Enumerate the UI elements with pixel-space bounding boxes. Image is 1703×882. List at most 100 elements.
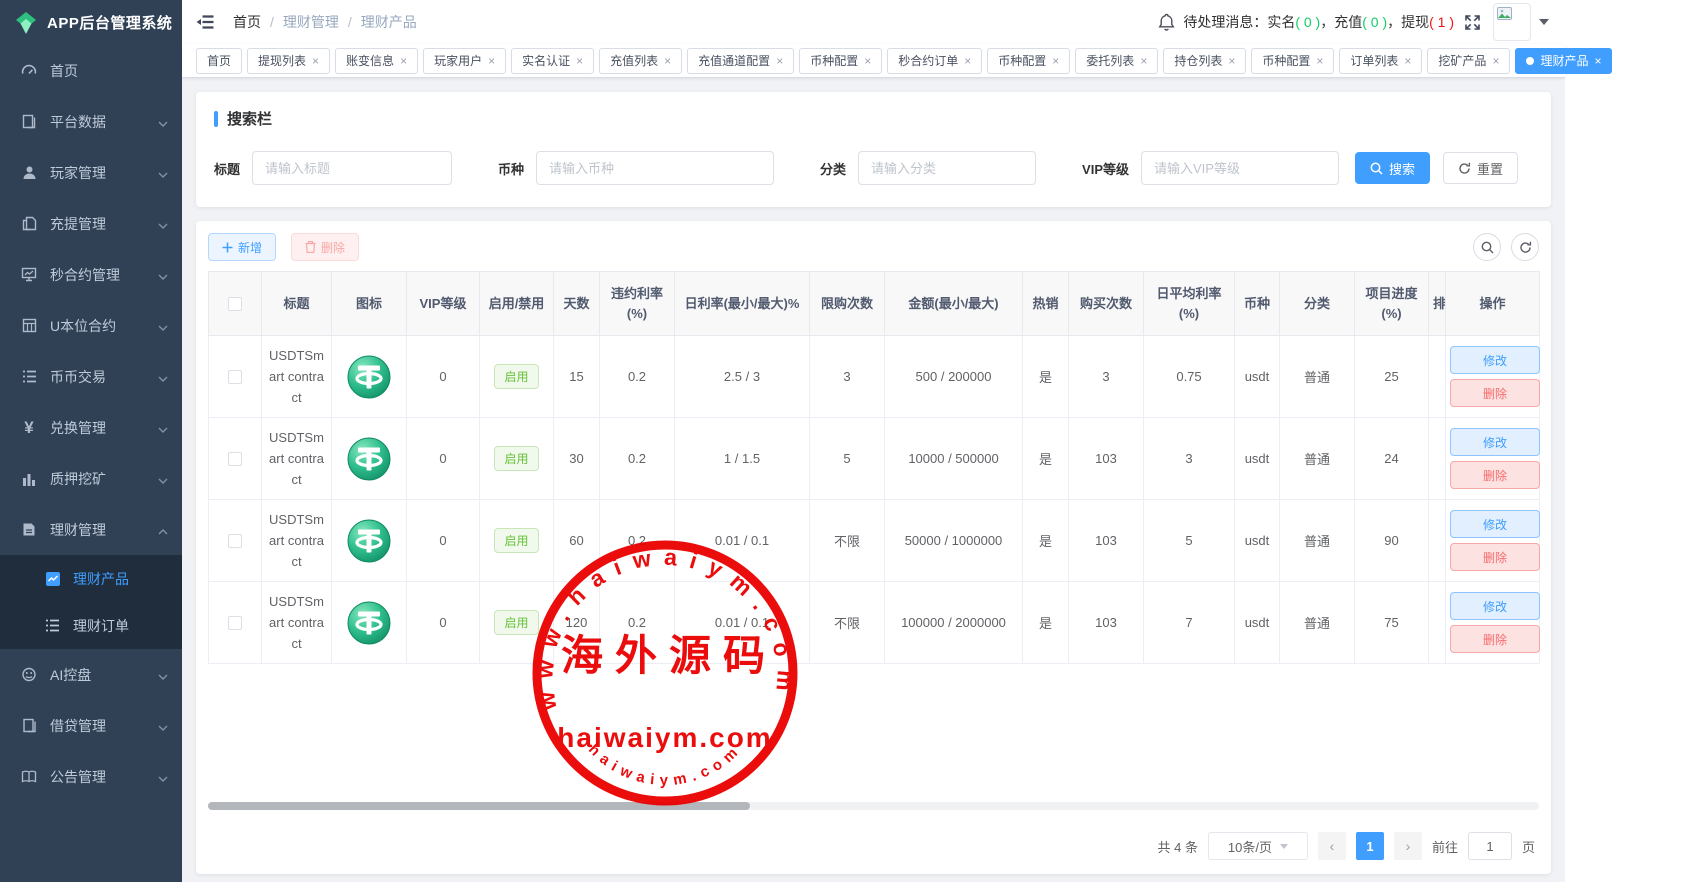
status-badge: 启用 [494,446,538,471]
close-icon[interactable]: × [1228,55,1235,67]
avatar[interactable] [1493,3,1531,41]
tab-position-list[interactable]: 持仓列表× [1163,48,1246,74]
tab-entrust-list[interactable]: 委托列表× [1075,48,1158,74]
sidebar-fold-icon[interactable] [196,14,215,30]
reset-button[interactable]: 重置 [1443,152,1518,184]
prev-page-button[interactable]: ‹ [1318,832,1346,860]
breadcrumb-finance-products: 理财产品 [361,12,417,32]
tab-order-list[interactable]: 订单列表× [1339,48,1422,74]
navbar-right: 待处理消息： 实名 ( 0 ) ， 充值 ( 0 ) ， 提现 ( 1 ) [1158,3,1549,41]
sidebar-item-coin-trade[interactable]: 币币交易 [0,351,182,402]
close-icon[interactable]: × [1316,55,1323,67]
row-checkbox[interactable] [228,616,242,630]
tab-coin-config-3[interactable]: 币种配置× [1251,48,1334,74]
delete-row-button[interactable]: 删除 [1450,543,1540,571]
sidebar-item-seconds-contract[interactable]: 秒合约管理 [0,249,182,300]
edit-button[interactable]: 修改 [1450,346,1540,374]
close-icon[interactable]: × [576,55,583,67]
sidebar-item-player-management[interactable]: 玩家管理 [0,147,182,198]
category-input[interactable] [858,151,1036,185]
sidebar-item-deposit-withdraw[interactable]: 充提管理 [0,198,182,249]
breadcrumb-finance-management[interactable]: 理财管理 [283,12,339,32]
sidebar-item-finance-products[interactable]: 理财产品 [0,555,182,602]
search-button[interactable]: 搜索 [1355,152,1430,184]
page-unit-label: 页 [1522,837,1535,856]
refresh-table-button[interactable] [1511,233,1539,261]
goto-page-input[interactable] [1468,832,1512,860]
delete-row-button[interactable]: 删除 [1450,461,1540,489]
close-icon[interactable]: × [864,55,871,67]
select-all-checkbox[interactable] [228,297,242,311]
horizontal-scrollbar[interactable] [208,802,1539,810]
sidebar-item-ai-control[interactable]: AI控盘 [0,649,182,700]
sidebar-item-u-contract[interactable]: U本位合约 [0,300,182,351]
close-icon[interactable]: × [1404,55,1411,67]
close-icon[interactable]: × [312,55,319,67]
scrollbar-thumb[interactable] [208,802,750,810]
tab-deposit-list[interactable]: 充值列表× [599,48,682,74]
chevron-down-icon [158,318,168,334]
sidebar-item-staking-mining[interactable]: 质押挖矿 [0,453,182,504]
add-button[interactable]: 新增 [208,233,276,261]
edit-button[interactable]: 修改 [1450,592,1540,620]
sidebar-item-announcement[interactable]: 公告管理 [0,751,182,802]
close-icon[interactable]: × [664,55,671,67]
grid-table-icon [20,318,38,333]
close-icon[interactable]: × [1594,55,1601,67]
tab-realname-auth[interactable]: 实名认证× [511,48,594,74]
tab-finance-products[interactable]: 理财产品× [1515,48,1612,74]
page-number-button[interactable]: 1 [1356,832,1384,860]
msg-realname-label[interactable]: 实名 [1267,12,1295,32]
search-panel: 搜索栏 标题 币种 分类 VIP等级 [196,92,1551,207]
close-icon[interactable]: × [488,55,495,67]
bell-icon[interactable] [1158,13,1175,31]
fullscreen-icon[interactable] [1464,14,1481,31]
sidebar-item-home[interactable]: 首页 [0,45,182,96]
tab-account-changes[interactable]: 账变信息× [335,48,418,74]
msg-deposit-count: ( 0 ) [1362,14,1387,30]
sidebar-item-exchange[interactable]: ¥ 兑换管理 [0,402,182,453]
sidebar-item-finance-management[interactable]: 理财管理 [0,504,182,555]
delete-row-button[interactable]: 删除 [1450,379,1540,407]
tab-mining-products[interactable]: 挖矿产品× [1427,48,1510,74]
user-menu-caret-icon[interactable] [1539,19,1549,25]
sidebar-item-lending[interactable]: 借贷管理 [0,700,182,751]
row-checkbox[interactable] [228,452,242,466]
page-size-select[interactable]: 10条/页 [1208,832,1308,860]
tab-player-users[interactable]: 玩家用户× [423,48,506,74]
field-coin: 币种 [498,151,774,185]
edit-button[interactable]: 修改 [1450,428,1540,456]
tab-deposit-channel-config[interactable]: 充值通道配置× [687,48,794,74]
sidebar-item-finance-orders[interactable]: 理财订单 [0,602,182,649]
toggle-search-button[interactable] [1473,233,1501,261]
chevron-down-icon [158,718,168,734]
close-icon[interactable]: × [964,55,971,67]
tether-coin-icon [347,519,391,563]
close-icon[interactable]: × [1052,55,1059,67]
chevron-up-icon [158,522,168,538]
next-page-button[interactable]: › [1394,832,1422,860]
sidebar-item-platform-data[interactable]: 平台数据 [0,96,182,147]
close-icon[interactable]: × [1492,55,1499,67]
close-icon[interactable]: × [776,55,783,67]
close-icon[interactable]: × [400,55,407,67]
tab-withdraw-list[interactable]: 提现列表× [247,48,330,74]
delete-row-button[interactable]: 删除 [1450,625,1540,653]
msg-withdraw-label[interactable]: 提现 [1401,12,1429,32]
title-input[interactable] [252,151,452,185]
logo-diamond-icon [13,10,39,36]
breadcrumb-home[interactable]: 首页 [233,12,261,32]
msg-deposit-label[interactable]: 充值 [1334,12,1362,32]
row-checkbox[interactable] [228,534,242,548]
tab-coin-config-1[interactable]: 币种配置× [799,48,882,74]
vip-level-input[interactable] [1141,151,1339,185]
edit-button[interactable]: 修改 [1450,510,1540,538]
tab-home[interactable]: 首页 [196,48,242,74]
delete-button[interactable]: 删除 [291,233,359,261]
tab-coin-config-2[interactable]: 币种配置× [987,48,1070,74]
tab-seconds-orders[interactable]: 秒合约订单× [887,48,982,74]
close-icon[interactable]: × [1140,55,1147,67]
row-checkbox[interactable] [228,370,242,384]
coin-input[interactable] [536,151,774,185]
search-icon [1481,241,1494,254]
